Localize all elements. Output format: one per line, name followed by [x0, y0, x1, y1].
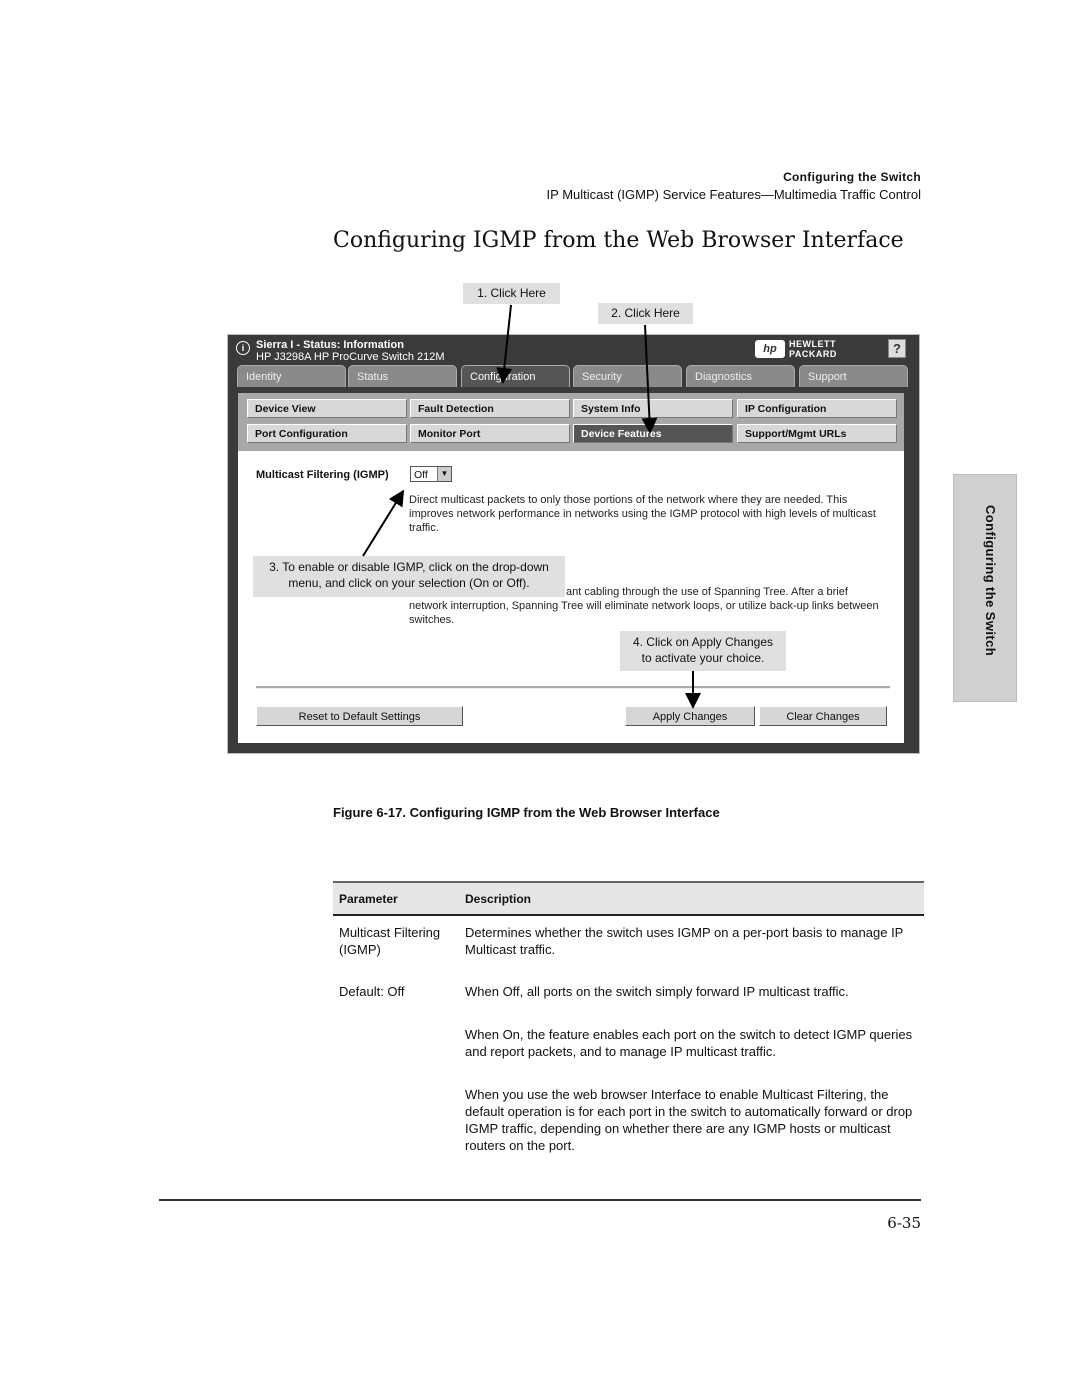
multicast-filtering-value: Off	[414, 469, 428, 481]
window-title: Sierra I - Status: Information	[256, 339, 404, 351]
table-row-desc: Determines whether the switch uses IGMP …	[465, 925, 904, 957]
nav-device-features[interactable]: Device Features	[573, 424, 733, 443]
reset-default-button[interactable]: Reset to Default Settings	[256, 706, 463, 726]
nav-ip-configuration[interactable]: IP Configuration	[737, 399, 897, 418]
table-row-param: Multicast Filtering (IGMP)	[339, 925, 441, 957]
tab-diagnostics[interactable]: Diagnostics	[686, 365, 795, 387]
page-number: 6-35	[887, 1214, 921, 1232]
callout-step-4: 4. Click on Apply Changes to activate yo…	[620, 631, 786, 671]
tab-identity[interactable]: Identity	[237, 365, 346, 387]
column-header-description: Description	[465, 892, 532, 906]
apply-changes-button[interactable]: Apply Changes	[625, 706, 755, 726]
clear-changes-button[interactable]: Clear Changes	[759, 706, 887, 726]
nav-port-configuration[interactable]: Port Configuration	[247, 424, 407, 443]
chapter-side-tab: Configuring the Switch	[953, 474, 1017, 702]
nav-monitor-port[interactable]: Monitor Port	[410, 424, 570, 443]
table-row-desc: When Off, all ports on the switch simply…	[465, 984, 849, 999]
table-row-desc: When On, the feature enables each port o…	[465, 1027, 913, 1059]
nav-fault-detection[interactable]: Fault Detection	[410, 399, 570, 418]
table-row-desc: When you use the web browser Interface t…	[465, 1087, 913, 1153]
multicast-filtering-label: Multicast Filtering (IGMP)	[256, 469, 389, 481]
window-subtitle: HP J3298A HP ProCurve Switch 212M	[256, 351, 445, 363]
tab-status[interactable]: Status	[348, 365, 457, 387]
callout-step-2: 2. Click Here	[598, 303, 693, 324]
tab-support[interactable]: Support	[799, 365, 908, 387]
table-header: Parameter Description	[333, 881, 924, 916]
page-title: Configuring IGMP from the Web Browser In…	[333, 228, 904, 253]
table-row-param: Default: Off	[339, 984, 405, 999]
callout-step-3: 3. To enable or disable IGMP, click on t…	[253, 556, 565, 597]
multicast-filtering-select[interactable]: Off ▼	[410, 466, 452, 482]
nav-support-mgmt-urls[interactable]: Support/Mgmt URLs	[737, 424, 897, 443]
figure-caption: Figure 6-17. Configuring IGMP from the W…	[333, 805, 720, 820]
footer-rule	[159, 1199, 921, 1201]
help-button[interactable]: ?	[888, 339, 906, 358]
brand-name: HEWLETT PACKARD	[789, 339, 837, 359]
info-icon: i	[236, 341, 250, 355]
hp-logo-icon: hp	[755, 340, 785, 358]
subnav-bar: Device View Fault Detection System Info …	[238, 393, 904, 451]
divider	[256, 686, 890, 689]
nav-device-view[interactable]: Device View	[247, 399, 407, 418]
multicast-description: Direct multicast packets to only those p…	[409, 494, 876, 534]
nav-system-info[interactable]: System Info	[573, 399, 733, 418]
running-header-subsection: IP Multicast (IGMP) Service Features—Mul…	[546, 187, 921, 202]
browser-window-screenshot: i Sierra I - Status: Information HP J329…	[227, 334, 920, 754]
window-header: i Sierra I - Status: Information HP J329…	[236, 335, 538, 365]
chevron-down-icon[interactable]: ▼	[437, 467, 451, 481]
running-header-section: Configuring the Switch	[783, 170, 921, 184]
tab-security[interactable]: Security	[573, 365, 682, 387]
column-header-parameter: Parameter	[339, 892, 398, 906]
tab-configuration[interactable]: Configuration	[461, 365, 570, 387]
callout-step-1: 1. Click Here	[463, 283, 560, 304]
parameter-table: Parameter Description Multicast Filterin…	[333, 881, 924, 1196]
